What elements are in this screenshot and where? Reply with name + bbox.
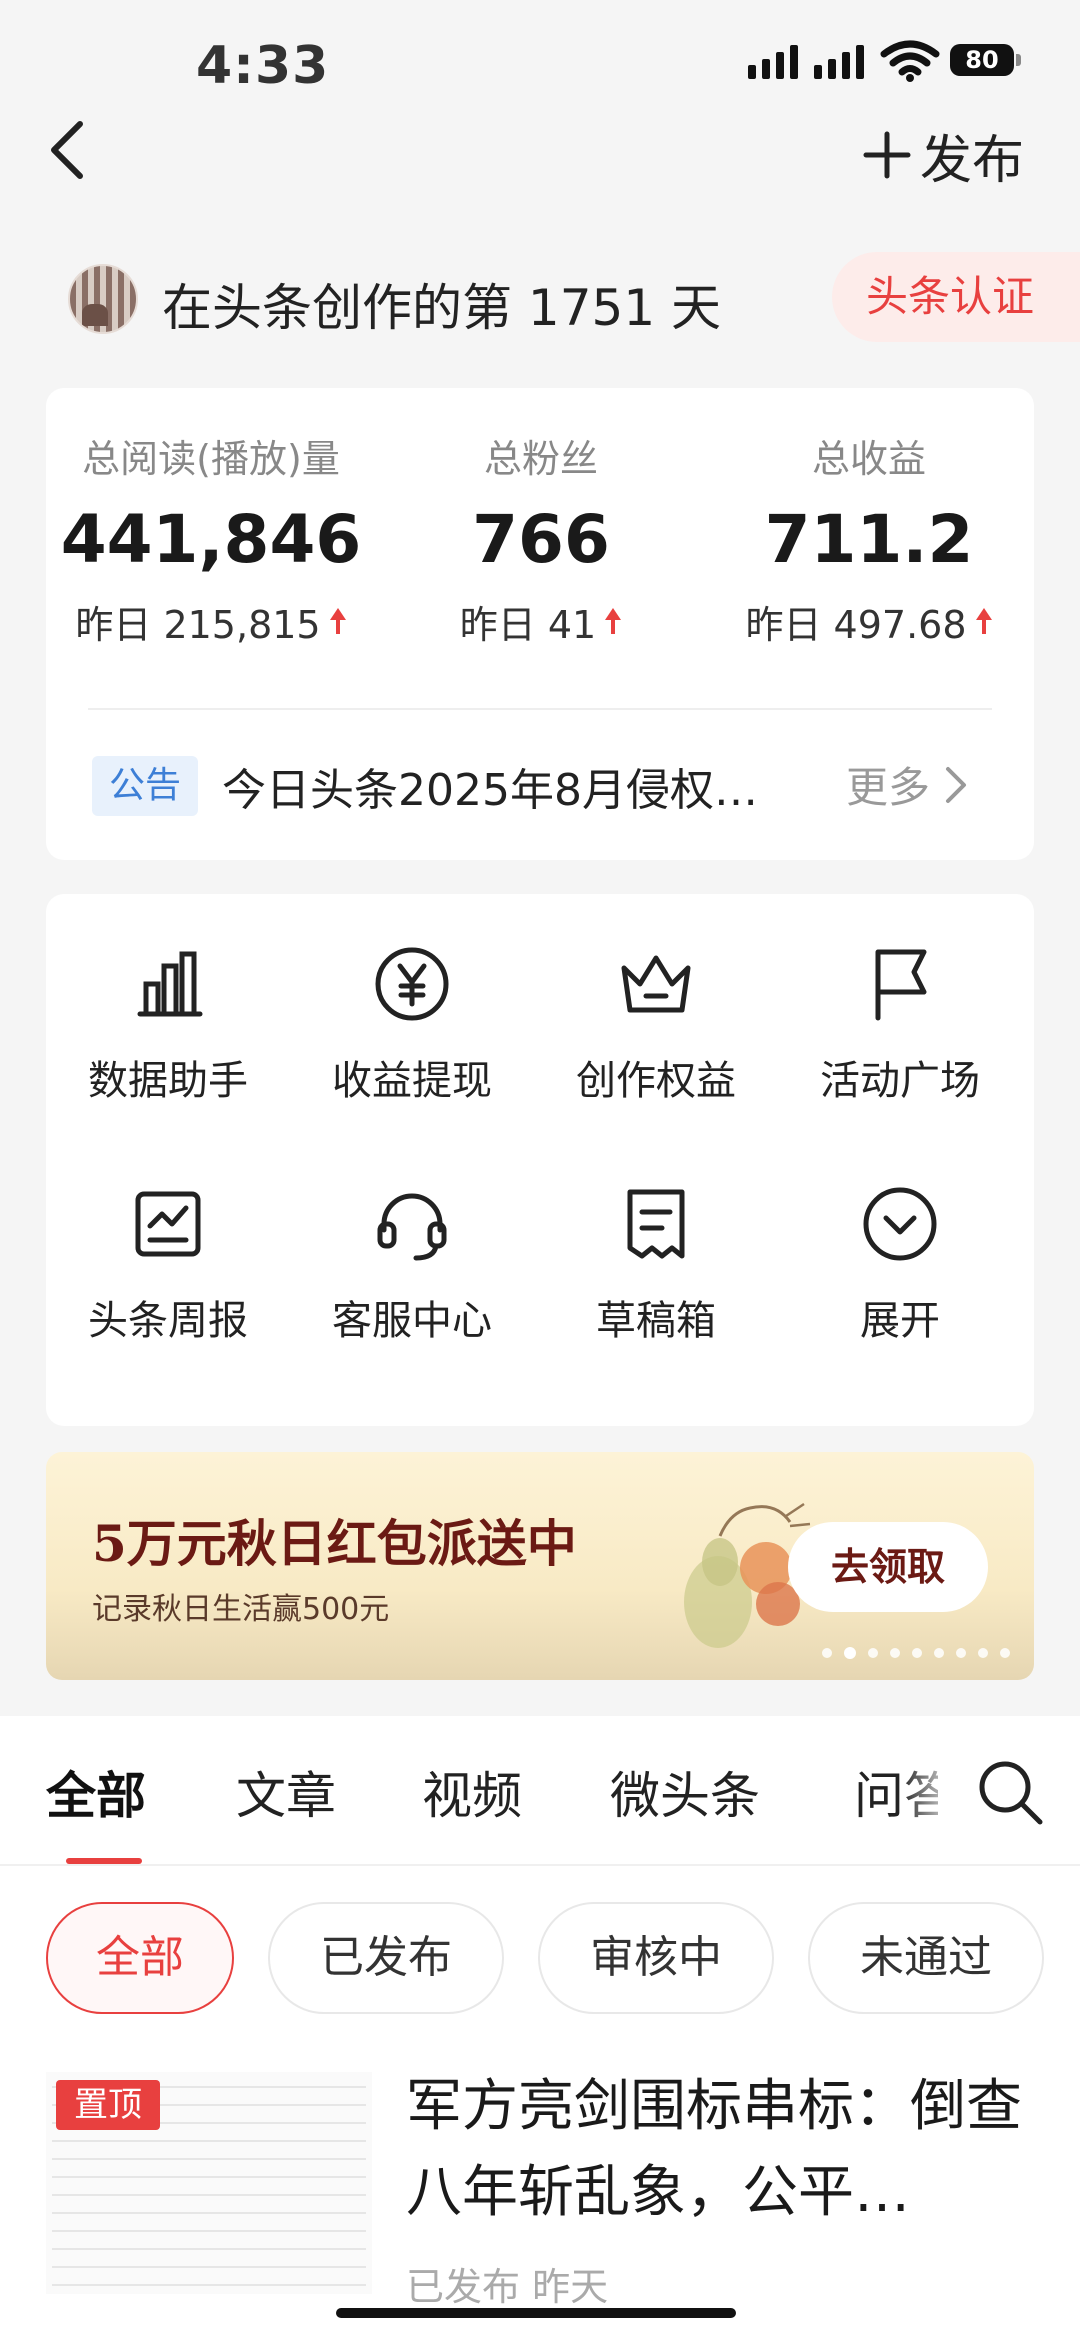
headset-icon	[377, 1193, 447, 1261]
carousel-dot	[956, 1648, 966, 1658]
tab-fade	[900, 1746, 960, 1836]
arrow-up-icon	[329, 607, 347, 636]
stat-total-reads[interactable]: 总阅读(播放)量 441,846 昨日 215,815	[46, 428, 376, 649]
tool-label: 创作权益	[576, 1058, 736, 1104]
carousel-dot	[934, 1648, 944, 1658]
divider	[88, 708, 992, 710]
promo-banner[interactable]: 5万元秋日红包派送中 记录秋日生活赢500元 去领取	[46, 1452, 1034, 1680]
publish-label: 发布	[920, 130, 1025, 191]
tool-weekly-report[interactable]: 头条周报	[46, 1184, 290, 1346]
tool-customer-service[interactable]: 客服中心	[290, 1184, 534, 1346]
flag-icon	[875, 949, 927, 1021]
plus-icon	[863, 131, 911, 179]
cellular-signal-icon-2	[814, 45, 864, 79]
carousel-dot	[978, 1648, 988, 1658]
tool-earnings-withdraw[interactable]: 收益提现	[290, 944, 534, 1106]
tool-drafts[interactable]: 草稿箱	[534, 1184, 778, 1346]
stat-label: 总粉丝	[483, 437, 598, 481]
chevron-left-icon	[51, 121, 83, 179]
stats-card: 总阅读(播放)量 441,846 昨日 215,815 总粉丝 766 昨日 4…	[46, 388, 1034, 860]
notice-more-link[interactable]: 更多	[846, 754, 968, 815]
avatar[interactable]	[68, 264, 138, 334]
notice-tag: 公告	[92, 756, 198, 816]
stat-label: 总阅读(播放)量	[82, 437, 340, 481]
carousel-dot	[1000, 1648, 1010, 1658]
wifi-icon	[880, 40, 940, 82]
content-section: 全部 文章 视频 微头条 问答 全部 已发布 审核中 未通过 置顶 军方亮剑围标…	[0, 1716, 1080, 2340]
tool-label: 收益提现	[332, 1058, 492, 1104]
report-chart-icon	[135, 1191, 201, 1257]
tool-expand[interactable]: 展开	[778, 1184, 1022, 1346]
stat-delta: 昨日 41	[459, 603, 597, 647]
tab-all[interactable]: 全部	[46, 1756, 146, 1828]
tab-articles[interactable]: 文章	[236, 1756, 336, 1828]
post-status: 已发布 昨天	[406, 2265, 609, 2309]
filter-rejected[interactable]: 未通过	[808, 1902, 1044, 2014]
arrow-up-icon	[604, 607, 622, 636]
post-thumbnail: 置顶	[46, 2072, 372, 2294]
post-item[interactable]: 置顶 军方亮剑围标串标：倒查八年斩乱象，公平… 已发布 昨天	[46, 2060, 1046, 2320]
tool-label: 活动广场	[820, 1058, 980, 1104]
tool-label: 草稿箱	[596, 1298, 716, 1344]
expand-icon	[863, 1187, 937, 1261]
carousel-dot	[912, 1648, 922, 1658]
tab-videos[interactable]: 视频	[422, 1756, 522, 1828]
claim-button[interactable]: 去领取	[788, 1522, 988, 1612]
filter-under-review[interactable]: 审核中	[538, 1902, 774, 2014]
tool-activity-square[interactable]: 活动广场	[778, 944, 1022, 1106]
draft-icon	[627, 1189, 685, 1259]
battery-indicator: 80	[950, 44, 1014, 76]
stat-total-fans[interactable]: 总粉丝 766 昨日 41	[376, 428, 706, 649]
filter-published[interactable]: 已发布	[268, 1902, 504, 2014]
stat-value: 441,846	[60, 501, 362, 578]
tool-data-assistant[interactable]: 数据助手	[46, 944, 290, 1106]
carousel-dot-active	[844, 1647, 856, 1659]
banner-title: 5万元秋日红包派送中	[92, 1514, 577, 1573]
home-indicator[interactable]	[336, 2308, 736, 2318]
stat-label: 总收益	[811, 437, 926, 481]
status-time: 4:33	[196, 36, 330, 96]
creator-days-text: 在头条创作的第 1751 天	[162, 279, 722, 337]
yuan-coin-icon	[375, 947, 449, 1021]
stat-total-earnings[interactable]: 总收益 711.2 昨日 497.68	[704, 428, 1034, 649]
tab-micro-posts[interactable]: 微头条	[610, 1756, 760, 1828]
tool-label: 数据助手	[88, 1058, 248, 1104]
back-button[interactable]	[40, 110, 100, 190]
bar-chart-icon	[137, 951, 203, 1017]
notice-text[interactable]: 今日头条2025年8月侵权…	[222, 754, 812, 818]
tool-creator-rights[interactable]: 创作权益	[534, 944, 778, 1106]
tool-label: 客服中心	[332, 1298, 492, 1344]
status-bar: 4:33 80	[0, 0, 1080, 130]
stat-delta: 昨日 497.68	[745, 603, 967, 647]
publish-button[interactable]: 发布	[862, 120, 1025, 191]
notice-more-label: 更多	[846, 763, 931, 812]
stat-value: 766	[472, 501, 610, 578]
crown-icon	[621, 955, 691, 1013]
certification-badge[interactable]: 头条认证	[832, 252, 1080, 342]
tools-grid: 数据助手 收益提现 创作权益 活动广场 头条周报 客服中心 草稿箱 展开	[46, 894, 1034, 1426]
tool-label: 展开	[860, 1298, 940, 1344]
filter-all[interactable]: 全部	[46, 1902, 234, 2014]
post-title[interactable]: 军方亮剑围标串标：倒查八年斩乱象，公平…	[406, 2064, 1036, 2236]
carousel-dot	[890, 1648, 900, 1658]
stat-delta-row: 昨日 497.68	[704, 594, 1034, 649]
carousel-dots	[822, 1647, 1010, 1659]
content-tabs: 全部 文章 视频 微头条 问答	[0, 1716, 1080, 1866]
cellular-signal-icon	[748, 45, 798, 79]
chevron-right-icon	[946, 766, 967, 803]
carousel-dot	[868, 1648, 878, 1658]
banner-subtitle: 记录秋日生活赢500元	[92, 1592, 390, 1627]
stat-value: 711.2	[764, 501, 974, 578]
battery-tip	[1016, 54, 1021, 66]
carousel-dot	[822, 1648, 832, 1658]
search-icon[interactable]	[974, 1756, 1046, 1828]
active-tab-indicator	[66, 1858, 142, 1864]
arrow-up-icon	[975, 607, 993, 636]
tool-label: 头条周报	[88, 1298, 248, 1344]
stat-delta-row: 昨日 41	[376, 594, 706, 649]
stat-delta-row: 昨日 215,815	[46, 594, 376, 649]
pinned-badge: 置顶	[56, 2080, 160, 2130]
stat-delta: 昨日 215,815	[75, 603, 321, 647]
